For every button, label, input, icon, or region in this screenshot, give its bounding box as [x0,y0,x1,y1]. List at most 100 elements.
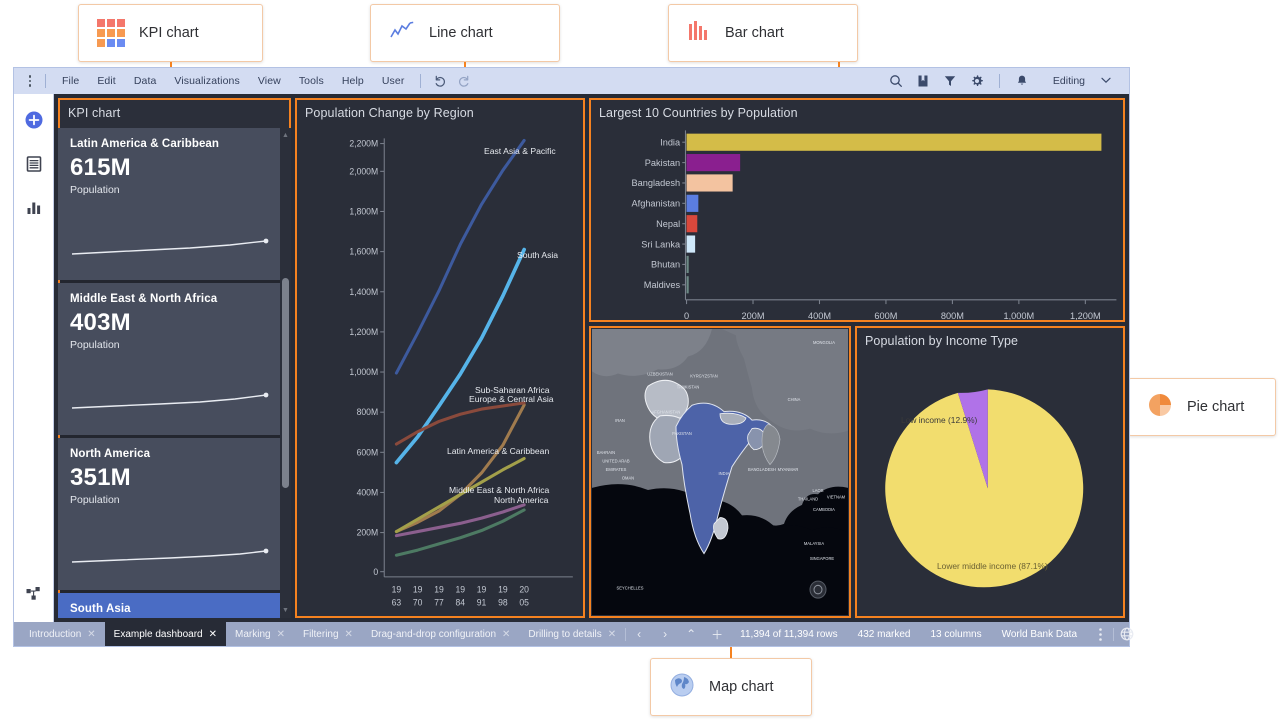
line-chart-svg[interactable]: 0 200M 400M 600M 800M 1,000M 1,200M 1,40… [295,124,585,618]
tab-label: Introduction [29,628,82,640]
svg-text:20: 20 [519,584,529,594]
close-icon[interactable]: ✕ [209,629,217,640]
svg-text:200M: 200M [742,311,765,321]
kpi-chart-panel[interactable]: KPI chart Latin America & Caribbean 615M… [58,98,291,618]
line-chart-icon [389,21,415,46]
kpi-card[interactable]: Latin America & Caribbean 615M Populatio… [58,128,280,280]
bar-chart-icon[interactable] [20,194,48,222]
svg-text:PAKISTAN: PAKISTAN [672,431,692,436]
svg-text:BANGLADESH: BANGLADESH [748,467,776,472]
hierarchy-icon[interactable] [20,580,48,608]
menu-item-file[interactable]: File [53,72,88,90]
dashboard-canvas: KPI chart Latin America & Caribbean 615M… [54,94,1129,622]
kpi-card-name: Middle East & North Africa [70,293,218,305]
menu-item-visualizations[interactable]: Visualizations [165,72,248,90]
scroll-down-arrow-icon[interactable]: ▼ [282,607,289,614]
bar-chart-icon [687,20,711,47]
svg-text:05: 05 [519,598,529,608]
prev-page-icon[interactable]: ‹ [626,622,652,646]
kpi-card-list[interactable]: Latin America & Caribbean 615M Populatio… [58,128,291,618]
svg-text:1,800M: 1,800M [349,207,378,217]
svg-text:19: 19 [392,584,402,594]
kpi-card[interactable]: North America 351M Population [58,438,280,590]
tab-filtering[interactable]: Filtering ✕ [294,622,362,646]
svg-text:800M: 800M [941,311,964,321]
search-icon[interactable] [884,70,908,92]
bar-chart-panel[interactable]: Largest 10 Countries by Population India… [589,98,1125,322]
svg-text:THAILAND: THAILAND [798,496,818,501]
globe-icon[interactable] [1114,622,1140,646]
kpi-scrollbar-thumb[interactable] [282,278,289,488]
lower-row: MONGOLIA UZBEKISTAN KYRGYZSTAN TAJIKISTA… [589,326,1125,618]
svg-text:77: 77 [434,598,444,608]
svg-text:19: 19 [413,584,423,594]
redo-icon[interactable] [452,70,476,92]
svg-text:1,200M: 1,200M [349,327,378,337]
tab-marking[interactable]: Marking ✕ [226,622,294,646]
svg-text:SEYCHELLES: SEYCHELLES [617,585,644,590]
bookmark-icon[interactable] [911,70,935,92]
add-page-icon[interactable]: ＋ [704,622,730,646]
pie-chart-panel[interactable]: Population by Income Type Low income (12… [855,326,1125,618]
filter-icon[interactable] [938,70,962,92]
bar-chart-title: Largest 10 Countries by Population [599,106,798,120]
close-icon[interactable]: ✕ [87,629,95,640]
pie-chart-area[interactable]: Low income (12.9%) Lower middle income (… [855,352,1125,618]
collapse-icon[interactable]: ⌃ [678,622,704,646]
callout-kpi-chart-label: KPI chart [139,25,199,41]
menu-item-user[interactable]: User [373,72,414,90]
close-icon[interactable]: ✕ [502,629,510,640]
pie-chart-svg[interactable] [855,352,1125,618]
menu-bar: File Edit Data Visualizations View Tools… [14,68,1129,94]
kpi-sparkline [71,392,269,409]
close-icon[interactable]: ✕ [277,629,285,640]
undo-icon[interactable] [428,70,452,92]
kebab-menu-icon[interactable] [1087,622,1113,646]
callout-bar-chart-label: Bar chart [725,25,784,41]
map-chart-panel[interactable]: MONGOLIA UZBEKISTAN KYRGYZSTAN TAJIKISTA… [589,326,851,618]
add-circle-icon[interactable] [20,106,48,134]
tab-label: Example dashboard [113,628,203,640]
line-chart-panel[interactable]: Population Change by Region 0 200M 400M [295,98,585,618]
gear-icon[interactable] [965,70,989,92]
svg-text:1,200M: 1,200M [1070,311,1101,321]
tab-drilling-to-details[interactable]: Drilling to details ✕ [519,622,625,646]
kebab-menu-icon[interactable] [22,75,38,87]
left-rail [14,94,54,622]
status-bar: Introduction ✕ Example dashboard ✕ Marki… [14,622,1134,646]
menu-item-help[interactable]: Help [333,72,373,90]
bar-chart-svg[interactable]: India Pakistan Bangladesh Afghanistan Ne… [589,124,1125,322]
svg-text:OMAN: OMAN [622,475,634,480]
menu-divider [45,74,46,88]
kpi-card-label: Population [70,494,120,506]
close-icon[interactable]: ✕ [345,629,353,640]
bell-icon[interactable] [1010,70,1034,92]
map-chart-svg[interactable]: MONGOLIA UZBEKISTAN KYRGYZSTAN TAJIKISTA… [592,329,848,615]
svg-text:Maldives: Maldives [644,280,681,290]
menu-item-data[interactable]: Data [125,72,166,90]
callout-kpi-chart: KPI chart [78,4,263,62]
tab-introduction[interactable]: Introduction ✕ [20,622,105,646]
menu-item-edit[interactable]: Edit [88,72,125,90]
scroll-up-arrow-icon[interactable]: ▲ [282,132,289,139]
kpi-scrollbar[interactable]: ▲ ▼ [280,128,291,618]
svg-text:TAJIKISTAN: TAJIKISTAN [677,384,700,389]
kpi-card[interactable]: Middle East & North Africa 403M Populati… [58,283,280,435]
svg-text:Bangladesh: Bangladesh [631,178,680,188]
table-icon[interactable] [20,150,48,178]
next-page-icon[interactable]: › [652,622,678,646]
tab-drag-and-drop-configuration[interactable]: Drag-and-drop configuration ✕ [362,622,519,646]
svg-text:MONGOLIA: MONGOLIA [813,340,835,345]
svg-text:UZBEKISTAN: UZBEKISTAN [647,371,672,376]
svg-text:Afghanistan: Afghanistan [632,199,681,209]
toolbar-right-group: Editing [884,70,1121,92]
tab-example-dashboard[interactable]: Example dashboard ✕ [104,622,226,646]
kpi-sparkline [71,548,269,563]
svg-text:1,600M: 1,600M [349,247,378,257]
menu-item-view[interactable]: View [249,72,290,90]
close-icon[interactable]: ✕ [608,629,616,640]
svg-text:UNITED ARAB: UNITED ARAB [602,458,629,463]
editing-mode-dropdown[interactable]: Editing [1043,73,1117,89]
menu-item-tools[interactable]: Tools [290,72,333,90]
kpi-card-selected[interactable]: South Asia 1,671M Population [58,593,280,618]
